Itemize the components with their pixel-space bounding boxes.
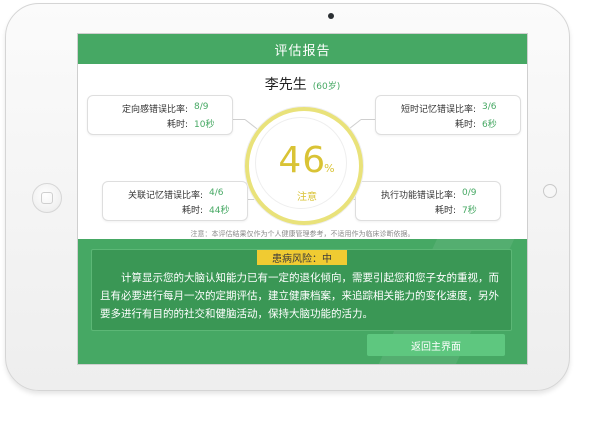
- metric-card-orientation: 定向感错误比率: 8/9 耗时: 10秒: [87, 95, 233, 135]
- risk-panel: 患病风险：中 计算显示您的大脑认知能力已有一定的退化倾向，需要引起您和您子女的重…: [78, 239, 527, 364]
- risk-badge: 患病风险：中: [257, 250, 347, 265]
- score-status: 注意: [297, 192, 317, 203]
- metric-value: 0/9: [462, 188, 477, 198]
- score-number: 46: [278, 140, 327, 181]
- disclaimer-note: 注意：本评估结果仅作为个人健康管理参考，不适用作为临床诊断依据。: [190, 230, 415, 238]
- metric-value: 7秒: [462, 206, 477, 216]
- page-title: 评估报告: [78, 34, 527, 64]
- metric-label: 耗时:: [181, 206, 203, 216]
- metric-label: 执行功能错误比率:: [380, 191, 456, 201]
- risk-summary-box: 患病风险：中 计算显示您的大脑认知能力已有一定的退化倾向，需要引起您和您子女的重…: [91, 249, 512, 331]
- patient-info: 李先生 (60岁): [78, 74, 527, 94]
- metric-card-short-term-memory: 短时记忆错误比率: 3/6 耗时: 6秒: [375, 95, 521, 135]
- metric-value: 10秒: [194, 120, 215, 130]
- metric-value: 3/6: [482, 102, 497, 112]
- score-unit: %: [324, 162, 336, 175]
- patient-name: 李先生: [264, 77, 307, 93]
- side-button: [543, 184, 557, 198]
- camera-icon: [328, 13, 334, 19]
- metric-label: 关联记忆错误比率:: [127, 191, 203, 201]
- metric-card-associative-memory: 关联记忆错误比率: 4/6 耗时: 44秒: [102, 181, 248, 221]
- metric-value: 6秒: [482, 120, 497, 130]
- home-button[interactable]: [32, 183, 62, 213]
- metric-label: 耗时:: [166, 120, 188, 130]
- metric-value: 8/9: [194, 102, 209, 112]
- back-to-main-button[interactable]: 返回主界面: [367, 334, 505, 356]
- app-screen: 评估报告 李先生 (60岁) 定向感错误比率: 8/9 耗时: 10秒 短时记忆错误比…: [77, 33, 528, 365]
- connector-line: [361, 119, 375, 120]
- metric-value: 44秒: [209, 206, 230, 216]
- patient-age: (60岁): [312, 82, 341, 92]
- metric-label: 耗时:: [434, 206, 456, 216]
- metric-label: 短时记忆错误比率:: [400, 105, 476, 115]
- risk-description: 计算显示您的大脑认知能力已有一定的退化倾向，需要引起您和您子女的重视，而且有必要…: [100, 272, 499, 320]
- metric-card-executive-function: 执行功能错误比率: 0/9 耗时: 7秒: [355, 181, 501, 221]
- metric-value: 4/6: [209, 188, 224, 198]
- score-value: 46%: [256, 140, 358, 181]
- metric-label: 耗时:: [454, 120, 476, 130]
- connector-line: [231, 119, 245, 120]
- metric-label: 定向感错误比率:: [121, 105, 188, 115]
- score-gauge: 46% 注意: [245, 107, 363, 225]
- tablet-frame: 评估报告 李先生 (60岁) 定向感错误比率: 8/9 耗时: 10秒 短时记忆错误比…: [5, 3, 570, 391]
- gauge-inner-ring: 46% 注意: [255, 117, 347, 209]
